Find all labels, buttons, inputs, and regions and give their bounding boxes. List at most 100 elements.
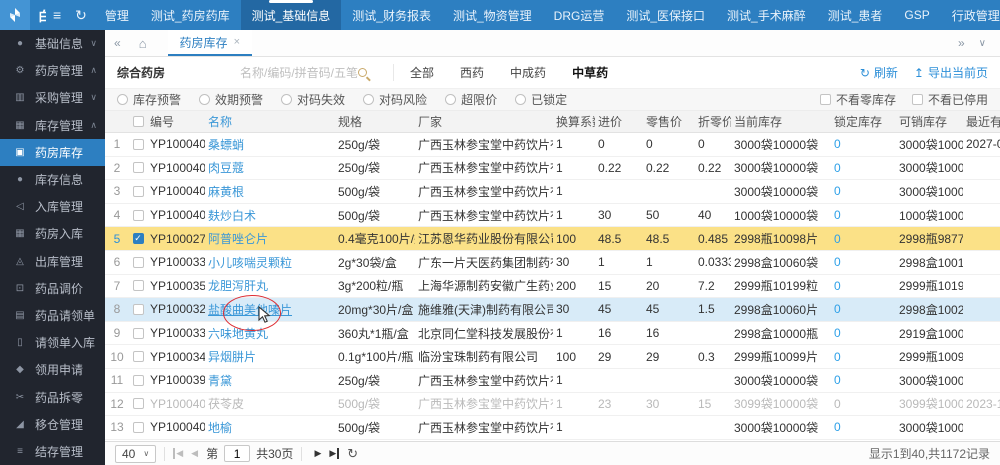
table-row[interactable]: 4YP10004029麸炒白术500g/袋广西玉林参宝堂中药饮片有...1305… xyxy=(105,204,1000,228)
row-checkbox[interactable] xyxy=(129,375,147,386)
drug-name-link[interactable]: 小儿咳喘灵颗粒 xyxy=(205,254,335,271)
sidebar-item-15[interactable]: ≡结存管理 xyxy=(0,438,105,465)
locked-stock-link[interactable]: 0 xyxy=(831,137,896,151)
drug-name-link[interactable]: 肉豆蔻 xyxy=(205,159,335,176)
sidebar-item-8[interactable]: ◬出库管理 xyxy=(0,248,105,275)
locked-stock-link[interactable]: 0 xyxy=(831,208,896,222)
col-name[interactable]: 名称 xyxy=(205,113,335,130)
menu-item-7[interactable]: 测试_手术麻醉 xyxy=(716,0,817,30)
prev-page-button[interactable]: ◀ xyxy=(187,448,202,459)
drug-name-link[interactable]: 茯苓皮 xyxy=(205,395,335,412)
filter-checkbox-0[interactable]: 不看零库存 xyxy=(820,91,896,108)
col-current[interactable]: 当前库存 xyxy=(731,113,831,130)
drug-name-link[interactable]: 麸炒白术 xyxy=(205,207,335,224)
locked-stock-link[interactable]: 0 xyxy=(831,161,896,175)
pager-refresh-icon[interactable]: ↻ xyxy=(347,446,358,462)
row-checkbox[interactable] xyxy=(129,328,147,339)
table-row[interactable]: 13YP10004003地榆500g/袋广西玉林参宝堂中药饮片有...13000… xyxy=(105,416,1000,440)
filter-checkbox-1[interactable]: 不看已停用 xyxy=(912,91,988,108)
locked-stock-link[interactable]: 0 xyxy=(831,279,896,293)
menu-item-1[interactable]: 测试_药房药库 xyxy=(140,0,241,30)
filter-radio-3[interactable]: 对码风险 xyxy=(363,91,427,108)
first-page-button[interactable]: ◀ xyxy=(173,448,187,459)
row-checkbox[interactable] xyxy=(129,280,147,291)
sidebar-item-14[interactable]: ◢移仓管理 xyxy=(0,411,105,438)
row-checkbox[interactable] xyxy=(129,186,147,197)
col-expiry[interactable]: 最近有效 xyxy=(963,113,1000,130)
export-page-button[interactable]: ↥ 导出当前页 xyxy=(914,64,988,81)
drug-name-link[interactable]: 龙胆泻肝丸 xyxy=(205,277,335,294)
search-icon[interactable] xyxy=(358,68,367,77)
menu-item-6[interactable]: 测试_医保接口 xyxy=(615,0,716,30)
row-checkbox[interactable]: ✓ xyxy=(129,233,147,244)
row-checkbox[interactable] xyxy=(129,257,147,268)
row-checkbox[interactable] xyxy=(129,304,147,315)
col-code[interactable]: 编号 xyxy=(147,113,205,130)
locked-stock-link[interactable]: 0 xyxy=(831,232,896,246)
sidebar-item-10[interactable]: ▤药品请领单 xyxy=(0,302,105,329)
table-row[interactable]: 8YP10003240盐酸曲美他嗪片20mg*30片/盒施维雅(天津)制药有限公… xyxy=(105,298,1000,322)
menu-item-2[interactable]: 测试_基础信息 xyxy=(241,0,342,30)
select-all-checkbox[interactable] xyxy=(133,116,144,127)
sidebar-item-9[interactable]: ⊡药品调价 xyxy=(0,275,105,302)
drug-name-link[interactable]: 六味地黄丸 xyxy=(205,325,335,342)
menu-item-9[interactable]: GSP xyxy=(893,0,940,30)
table-row[interactable]: 2YP10004023肉豆蔻250g/袋广西玉林参宝堂中药饮片有...10.22… xyxy=(105,157,1000,181)
sidebar-item-6[interactable]: ◁入库管理 xyxy=(0,193,105,220)
drug-name-link[interactable]: 异烟肼片 xyxy=(205,348,335,365)
app-logo[interactable] xyxy=(0,0,30,30)
sidebar-item-3[interactable]: ▦库存管理∧ xyxy=(0,112,105,139)
home-tab-icon[interactable]: ⌂ xyxy=(130,30,156,56)
col-retail[interactable]: 零售价 xyxy=(643,113,695,130)
sidebar-item-4[interactable]: ▣药房库存 xyxy=(0,139,105,166)
filter-radio-1[interactable]: 效期预警 xyxy=(199,91,263,108)
refresh-button[interactable]: ↻ 刷新 xyxy=(860,64,898,81)
locked-stock-link[interactable]: 0 xyxy=(831,255,896,269)
row-checkbox[interactable] xyxy=(129,210,147,221)
locked-stock-link[interactable]: 0 xyxy=(831,420,896,434)
category-tab-0[interactable]: 全部 xyxy=(410,64,434,81)
table-row[interactable]: 3YP10004024麻黄根500g/袋广西玉林参宝堂中药饮片有...13000… xyxy=(105,180,1000,204)
menu-item-4[interactable]: 测试_物资管理 xyxy=(442,0,543,30)
table-row[interactable]: 1YP10004022桑螵蛸250g/袋广西玉林参宝堂中药饮片有...10003… xyxy=(105,133,1000,157)
sidebar-item-1[interactable]: ⚙药房管理∧ xyxy=(0,57,105,84)
col-purchase[interactable]: 进价 xyxy=(595,113,643,130)
table-row[interactable]: 5✓YP10002782阿普唑仑片0.4毫克100片/瓶江苏恩华药业股份有限公司… xyxy=(105,227,1000,251)
tabs-scroll-left-icon[interactable]: « xyxy=(105,30,130,56)
menu-item-5[interactable]: DRG运营 xyxy=(543,0,616,30)
locked-stock-link[interactable]: 0 xyxy=(831,326,896,340)
col-spec[interactable]: 规格 xyxy=(335,113,415,130)
search-input[interactable] xyxy=(240,66,358,80)
last-page-button[interactable]: ▶ xyxy=(325,448,339,459)
reload-icon[interactable]: ↻ xyxy=(68,0,94,30)
filter-radio-4[interactable]: 超限价 xyxy=(445,91,497,108)
row-checkbox[interactable] xyxy=(129,351,147,362)
category-tab-1[interactable]: 西药 xyxy=(460,64,484,81)
locked-stock-link[interactable]: 0 xyxy=(831,373,896,387)
table-row[interactable]: 6YP10003360小儿咳喘灵颗粒2g*30袋/盒广东一片天医药集团制药有..… xyxy=(105,251,1000,275)
sidebar-item-11[interactable]: ▯请领单入库 xyxy=(0,329,105,356)
category-tab-2[interactable]: 中成药 xyxy=(510,64,546,81)
drug-name-link[interactable]: 盐酸曲美他嗪片 xyxy=(205,301,335,318)
sidebar-item-2[interactable]: ▥采购管理∨ xyxy=(0,84,105,111)
close-tab-icon[interactable]: × xyxy=(234,36,240,48)
table-row[interactable]: 11YP10003989青黛250g/袋广西玉林参宝堂中药饮片有...13000… xyxy=(105,369,1000,393)
drug-name-link[interactable]: 麻黄根 xyxy=(205,183,335,200)
col-factor[interactable]: 换算系数 xyxy=(553,113,595,130)
page-size-select[interactable]: 40∨ xyxy=(115,445,156,463)
category-tab-3[interactable]: 中草药 xyxy=(572,64,608,81)
col-locked[interactable]: 锁定库存 xyxy=(831,113,896,130)
drug-name-link[interactable]: 桑螵蛸 xyxy=(205,136,335,153)
collapse-sidebar-icon[interactable]: ≡ xyxy=(46,0,68,30)
sidebar-item-13[interactable]: ✂药品拆零 xyxy=(0,383,105,410)
menu-item-8[interactable]: 测试_患者 xyxy=(817,0,894,30)
locked-stock-link[interactable]: 0 xyxy=(831,184,896,198)
menu-item-0[interactable]: 管理 xyxy=(94,0,140,30)
filter-radio-0[interactable]: 库存预警 xyxy=(117,91,181,108)
drug-name-link[interactable]: 地榆 xyxy=(205,419,335,436)
row-checkbox[interactable] xyxy=(129,139,147,150)
pharmacy-select[interactable]: 综合药房 xyxy=(117,64,165,81)
filter-radio-5[interactable]: 已锁定 xyxy=(515,91,567,108)
drug-name-link[interactable]: 青黛 xyxy=(205,372,335,389)
locked-stock-link[interactable]: 0 xyxy=(831,302,896,316)
